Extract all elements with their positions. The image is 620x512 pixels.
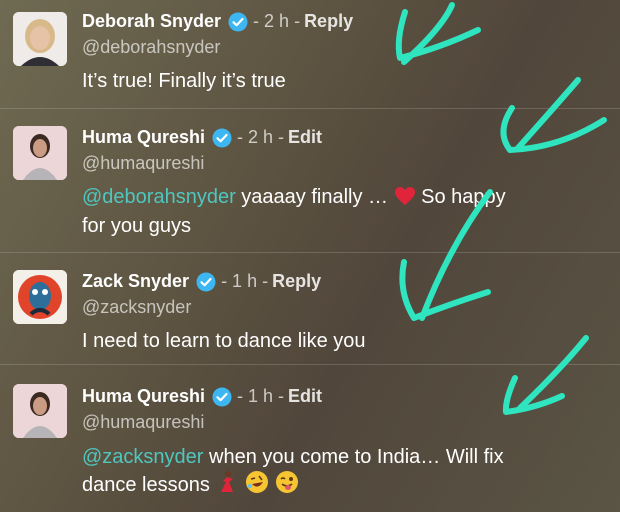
reply-button[interactable]: Reply <box>304 11 353 32</box>
mention-link[interactable]: @deborahsnyder <box>82 186 236 208</box>
author-name[interactable]: Zack Snyder <box>82 271 189 292</box>
avatar[interactable] <box>13 270 67 324</box>
comment-text: @zacksnyder when you come to India… Will… <box>82 444 602 501</box>
verified-badge-icon <box>212 387 232 407</box>
red-heart-emoji <box>394 186 416 213</box>
avatar[interactable] <box>13 12 67 66</box>
edit-button[interactable]: Edit <box>288 386 322 407</box>
comment-text: @deborahsnyder yaaaay finally … So happy… <box>82 184 602 239</box>
comment-text-part: when you come to India… Will fix <box>203 446 504 468</box>
timestamp: - 2 h - <box>253 11 301 31</box>
comment-text-part: for you guys <box>82 215 191 237</box>
comment-text-part: yaaaay finally … <box>235 186 394 208</box>
rolling-laughing-emoji <box>245 470 269 501</box>
comment-text-part: So happy <box>415 186 506 208</box>
timestamp: - 1 h - <box>237 386 285 406</box>
author-handle[interactable]: @deborahsnyder <box>82 37 220 58</box>
author-handle[interactable]: @humaqureshi <box>82 153 204 174</box>
author-name[interactable]: Huma Qureshi <box>82 386 205 407</box>
author-name[interactable]: Deborah Snyder <box>82 11 221 32</box>
timestamp: - 2 h - <box>237 127 285 147</box>
author-name[interactable]: Huma Qureshi <box>82 127 205 148</box>
comment-text-part: dance lessons <box>82 474 216 496</box>
verified-badge-icon <box>196 272 216 292</box>
reply-button[interactable]: Reply <box>272 271 321 292</box>
comment-zack-snyder: Zack Snyder - 1 h - Reply @zacksnyder I … <box>0 252 620 364</box>
edit-button[interactable]: Edit <box>288 127 322 148</box>
verified-badge-icon <box>228 12 248 32</box>
timestamp: - 1 h - <box>221 271 269 291</box>
comment-huma-qureshi: Huma Qureshi - 2 h - Edit @humaqureshi @… <box>0 108 620 252</box>
comment-deborah-snyder: Deborah Snyder - 2 h - Reply @deborahsny… <box>0 0 620 108</box>
verified-badge-icon <box>212 128 232 148</box>
comment-text: I need to learn to dance like you <box>82 330 366 352</box>
avatar[interactable] <box>13 384 67 438</box>
mention-link[interactable]: @zacksnyder <box>82 446 203 468</box>
dancer-emoji <box>215 470 239 501</box>
avatar[interactable] <box>13 126 67 180</box>
winking-tongue-emoji <box>275 470 299 501</box>
comment-text: It’s true! Finally it’s true <box>82 70 286 92</box>
comment-huma-qureshi-2: Huma Qureshi - 1 h - Edit @humaqureshi @… <box>0 364 620 512</box>
author-handle[interactable]: @humaqureshi <box>82 412 204 433</box>
author-handle[interactable]: @zacksnyder <box>82 297 191 318</box>
